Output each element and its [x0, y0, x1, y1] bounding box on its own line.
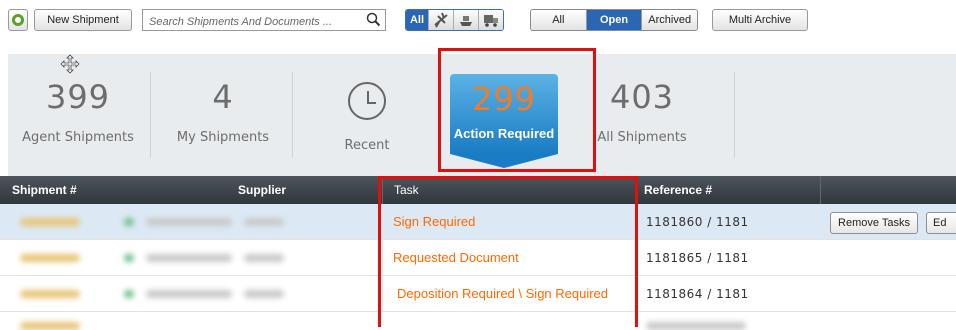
edit-button[interactable]: Ed — [926, 212, 956, 234]
reference-number — [646, 322, 746, 330]
supplier-name — [244, 218, 284, 226]
multi-archive-button[interactable]: Multi Archive — [712, 9, 808, 31]
search-input[interactable] — [147, 12, 361, 32]
reference-number: 1181864 / 1181 — [646, 287, 749, 301]
stat-value: 403 — [609, 78, 675, 116]
supplier-name — [244, 254, 284, 262]
divider — [150, 72, 151, 158]
refresh-button[interactable] — [8, 9, 28, 31]
shipment-id — [20, 322, 80, 330]
plane-icon[interactable] — [429, 10, 454, 30]
divider — [734, 72, 735, 158]
stat-my-shipments[interactable]: 4 My Shipments — [158, 54, 288, 176]
stat-label: Recent — [344, 138, 390, 153]
status-dot — [124, 254, 134, 262]
stat-agent-shipments[interactable]: 399 Agent Shipments — [8, 54, 148, 176]
shipment-id — [20, 254, 80, 262]
divider — [292, 72, 293, 158]
truck-icon[interactable] — [479, 10, 503, 30]
transport-mode-filter: All — [405, 9, 504, 31]
reference-number: 1181865 / 1181 — [646, 251, 749, 265]
shipment-id — [20, 218, 80, 226]
stat-recent[interactable]: Recent — [304, 54, 430, 176]
column-reference[interactable]: Reference # — [644, 176, 712, 204]
stat-label: All Shipments — [597, 130, 687, 145]
supplier-code — [146, 218, 232, 226]
supplier-code — [146, 290, 232, 298]
mode-all[interactable]: All — [406, 10, 429, 30]
filter-all[interactable]: All — [531, 10, 587, 30]
search-box[interactable] — [142, 9, 386, 32]
stat-value: 4 — [212, 78, 234, 116]
stat-value: 399 — [45, 78, 111, 116]
highlight-box-task — [378, 176, 638, 327]
shipment-id — [20, 290, 80, 298]
search-icon[interactable] — [365, 11, 383, 29]
highlight-box-action — [438, 48, 596, 172]
remove-tasks-button[interactable]: Remove Tasks — [830, 212, 918, 234]
stat-all-shipments[interactable]: 403 All Shipments — [582, 54, 702, 176]
column-supplier[interactable]: Supplier — [238, 176, 286, 204]
refresh-icon — [12, 14, 24, 26]
new-shipment-button[interactable]: New Shipment — [34, 9, 132, 31]
reference-number: 1181860 / 1181 — [646, 215, 749, 229]
column-shipment[interactable]: Shipment # — [12, 176, 77, 204]
stat-label: Agent Shipments — [22, 130, 134, 145]
status-filter: All Open Archived — [530, 9, 698, 31]
ship-icon[interactable] — [454, 10, 479, 30]
clock-icon — [348, 82, 386, 120]
status-dot — [124, 290, 134, 298]
supplier-name — [244, 290, 284, 298]
toolbar: New Shipment All All Open Archived Multi… — [0, 0, 956, 44]
supplier-code — [146, 254, 232, 262]
filter-open[interactable]: Open — [586, 10, 643, 30]
status-dot — [124, 218, 134, 226]
column-divider — [820, 176, 821, 204]
stat-label: My Shipments — [176, 130, 270, 145]
filter-archived[interactable]: Archived — [642, 10, 697, 30]
